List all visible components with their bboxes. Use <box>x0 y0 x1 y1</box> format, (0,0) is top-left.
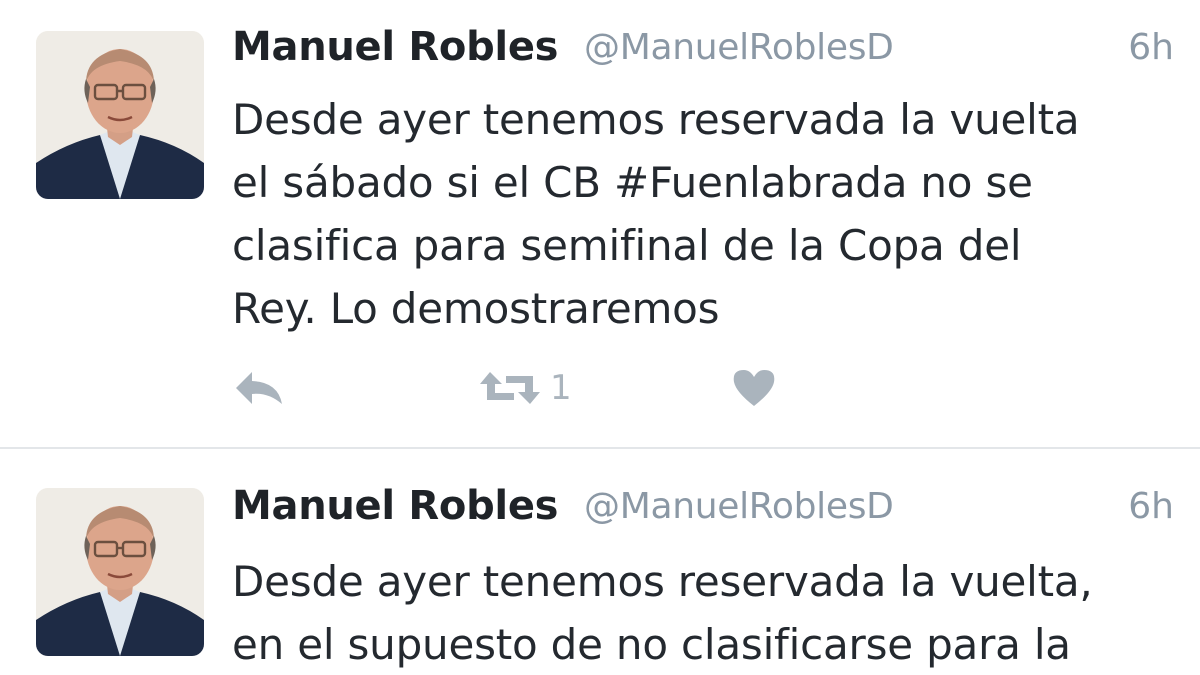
author-name[interactable]: Manuel Robles <box>232 24 558 70</box>
tweet-divider <box>0 447 1200 449</box>
tweet-text-line: Desde ayer tenemos reservada la vuelta, <box>232 557 1093 606</box>
tweet-text-line: el sábado si el CB #Fuenlabrada no se <box>232 158 1033 207</box>
tweet-text: Desde ayer tenemos reservada la vuelta e… <box>232 88 1182 340</box>
tweet-text-line: clasifica para semifinal de la Copa del <box>232 221 1022 270</box>
tweet-timeline: Manuel Robles @ManuelRoblesD 6h Desde ay… <box>0 0 1200 675</box>
tweet-timestamp[interactable]: 6h <box>1128 27 1174 68</box>
avatar-image <box>36 488 204 656</box>
tweet-header: Manuel Robles @ManuelRoblesD 6h <box>232 483 1174 539</box>
tweet-actions: 1 <box>232 364 832 412</box>
retweet-icon <box>480 372 540 404</box>
retweet-count: 1 <box>550 368 572 408</box>
tweet-text-line: Desde ayer tenemos reservada la vuelta <box>232 95 1080 144</box>
avatar-image <box>36 31 204 199</box>
tweet-timestamp[interactable]: 6h <box>1128 486 1174 527</box>
like-button[interactable] <box>732 364 776 412</box>
tweet-header: Manuel Robles @ManuelRoblesD 6h <box>232 24 1174 80</box>
tweet-text: Desde ayer tenemos reservada la vuelta, … <box>232 550 1182 675</box>
tweet-text-line: Rey. Lo demostraremos <box>232 284 720 333</box>
reply-button[interactable] <box>232 364 286 412</box>
reply-icon <box>236 372 282 404</box>
author-name[interactable]: Manuel Robles <box>232 483 558 529</box>
heart-icon <box>733 370 775 406</box>
tweet[interactable]: Manuel Robles @ManuelRoblesD 6h Desde ay… <box>0 0 1200 448</box>
tweet[interactable]: Manuel Robles @ManuelRoblesD 6h Desde ay… <box>0 450 1200 675</box>
avatar[interactable] <box>36 488 204 656</box>
author-handle[interactable]: @ManuelRoblesD <box>584 27 894 68</box>
tweet-text-line: en el supuesto de no clasificarse para l… <box>232 620 1071 669</box>
avatar[interactable] <box>36 31 204 199</box>
retweet-button[interactable]: 1 <box>478 364 572 412</box>
author-handle[interactable]: @ManuelRoblesD <box>584 486 894 527</box>
